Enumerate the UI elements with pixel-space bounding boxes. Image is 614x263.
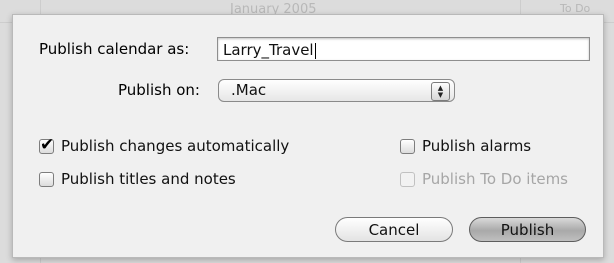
publish-changes-checkbox-row[interactable]: Publish changes automatically	[39, 135, 290, 155]
publish-on-label: Publish on:	[118, 81, 200, 99]
publish-titles-checkbox-row[interactable]: Publish titles and notes	[39, 170, 236, 188]
publish-changes-label: Publish changes automatically	[61, 137, 290, 155]
publish-todo-checkbox	[400, 171, 415, 187]
publish-alarms-checkbox[interactable]	[400, 138, 415, 154]
publish-alarms-label: Publish alarms	[422, 137, 532, 155]
publish-calendar-dialog: Publish calendar as: Larry_Travel Publis…	[12, 14, 604, 258]
publish-on-popup[interactable]: .Mac ▲ ▼	[218, 79, 455, 102]
publish-titles-label: Publish titles and notes	[61, 170, 236, 188]
publish-as-label: Publish calendar as:	[39, 40, 190, 58]
publish-todo-label: Publish To Do items	[422, 170, 568, 188]
popup-arrows-icon: ▲ ▼	[431, 82, 450, 101]
publish-button[interactable]: Publish	[469, 217, 586, 242]
publish-alarms-checkbox-row[interactable]: Publish alarms	[400, 137, 531, 155]
publish-titles-checkbox[interactable]	[39, 171, 54, 187]
calendar-name-value: Larry_Travel	[223, 41, 314, 59]
cancel-button[interactable]: Cancel	[335, 217, 453, 242]
publish-on-value: .Mac	[231, 81, 267, 99]
publish-todo-checkbox-row: Publish To Do items	[400, 170, 568, 188]
text-caret	[314, 42, 316, 59]
publish-changes-checkbox[interactable]	[39, 135, 54, 155]
calendar-name-field[interactable]: Larry_Travel	[217, 37, 590, 61]
